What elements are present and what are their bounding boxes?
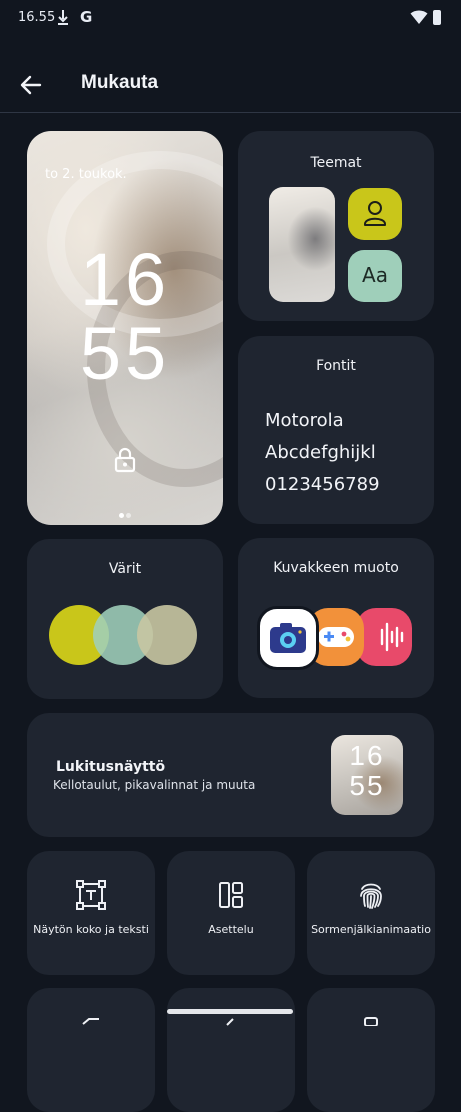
fonts-title: Fontit — [316, 358, 356, 374]
lock-clock-hour: 16 — [79, 238, 171, 321]
font-sample-2: Abcdefghijkl — [265, 442, 376, 463]
lock-screen-preview[interactable]: to 2. toukok. 16 55 — [27, 131, 223, 525]
person-icon — [364, 201, 386, 226]
colors-card[interactable]: Värit — [27, 539, 223, 699]
bottom-tile-2[interactable] — [167, 988, 295, 1112]
bottom-tile-3[interactable] — [307, 988, 435, 1112]
layout-tile[interactable]: Asettelu — [167, 851, 295, 975]
thumbnail-clock-min: 55 — [349, 770, 385, 801]
thumbnail-clock-hour: 16 — [349, 740, 385, 771]
battery-icon — [433, 10, 441, 25]
status-bar: 16.55 G — [0, 0, 461, 40]
font-sample-3: 0123456789 — [265, 474, 380, 495]
fingerprint-tile[interactable]: Sormenjälkianimaatio — [307, 851, 435, 975]
camera-app-icon — [257, 606, 319, 670]
lockscreen-subtitle: Kellotaulut, pikavalinnat ja muuta — [53, 778, 256, 792]
fingerprint-label: Sormenjälkianimaatio — [311, 923, 431, 936]
fonts-card[interactable]: Fontit Motorola Abcdefghijkl 0123456789 — [238, 336, 434, 524]
lock-clock: 16 55 — [27, 243, 223, 391]
camera-icon — [270, 623, 306, 653]
theme-wallpaper-thumbnail — [269, 187, 335, 302]
text-size-icon — [76, 880, 106, 910]
partial-icon — [364, 1017, 378, 1026]
lock-date: to 2. toukok. — [45, 167, 127, 182]
soundwave-icon — [380, 622, 404, 652]
icon-shape-card[interactable]: Kuvakkeen muoto — [238, 538, 434, 698]
display-size-tile[interactable]: Näytön koko ja teksti — [27, 851, 155, 975]
page-indicator — [118, 503, 132, 522]
partial-icon — [82, 1018, 99, 1025]
font-aa-label: Aa — [362, 263, 388, 287]
status-time: 16.55 — [18, 10, 56, 25]
recorder-app-icon — [356, 608, 412, 666]
partial-icon — [226, 1018, 234, 1026]
layout-icon — [219, 882, 243, 908]
theme-font-button: Aa — [348, 250, 402, 302]
back-arrow-icon[interactable] — [18, 72, 44, 98]
layout-label: Asettelu — [208, 923, 254, 936]
lockscreen-title: Lukitusnäyttö — [56, 759, 166, 775]
lockscreen-thumbnail: 16 55 — [331, 735, 403, 815]
font-sample-1: Motorola — [265, 410, 344, 431]
bottom-tile-1[interactable] — [27, 988, 155, 1112]
fingerprint-icon — [360, 883, 382, 909]
page-title: Mukauta — [81, 72, 159, 93]
icon-shape-title: Kuvakkeen muoto — [273, 560, 399, 576]
wifi-icon — [410, 10, 428, 24]
theme-icon-button — [348, 188, 402, 240]
app-bar: Mukauta — [0, 60, 461, 112]
google-icon: G — [80, 8, 93, 26]
download-icon — [58, 10, 68, 25]
lock-clock-min: 55 — [79, 312, 171, 395]
thumbnail-clock: 16 55 — [331, 741, 403, 801]
themes-card[interactable]: Teemat Aa — [238, 131, 434, 321]
navigation-handle[interactable] — [167, 1009, 293, 1014]
lock-icon — [114, 447, 136, 473]
colors-title: Värit — [108, 561, 142, 577]
divider — [0, 112, 461, 113]
display-size-label: Näytön koko ja teksti — [33, 923, 149, 936]
themes-title: Teemat — [310, 155, 362, 171]
color-swatch-3 — [137, 605, 197, 665]
